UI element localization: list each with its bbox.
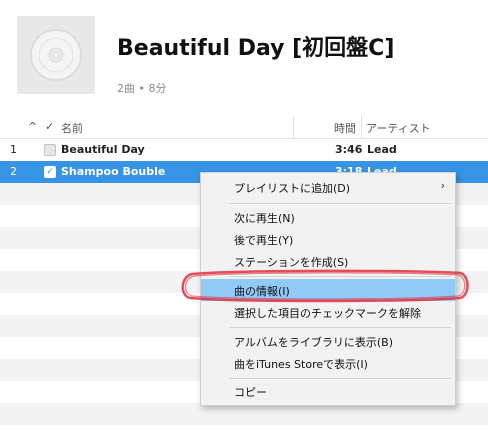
menu-item-show-album-in-library[interactable]: アルバムをライブラリに表示(B)	[201, 330, 455, 352]
menu-item-copy[interactable]: コピー	[201, 380, 455, 402]
menu-separator	[229, 276, 451, 277]
menu-item-show-in-itunes-store[interactable]: 曲をiTunes Storeで表示(I)	[201, 352, 455, 374]
chevron-right-icon: ›	[440, 179, 445, 192]
column-divider[interactable]	[361, 116, 362, 138]
track-checkbox-checked[interactable]: ✓	[44, 166, 56, 178]
menu-separator	[229, 327, 451, 328]
track-name: Beautiful Day	[61, 143, 145, 156]
context-menu: プレイリストに追加(D) › 次に再生(N) 後で再生(Y) ステーションを作成…	[200, 172, 456, 406]
menu-separator	[229, 203, 451, 204]
menu-item-create-station[interactable]: ステーションを作成(S)	[201, 250, 455, 272]
column-header-time[interactable]: 時間	[334, 120, 356, 136]
album-title: Beautiful Day [初回盤C]	[117, 36, 395, 61]
column-divider[interactable]	[293, 116, 294, 138]
album-summary: 2曲 • 8分	[117, 82, 167, 95]
track-time: 3:46	[335, 143, 363, 156]
menu-item-uncheck-selection[interactable]: 選択した項目のチェックマークを解除	[201, 301, 455, 323]
menu-separator	[229, 378, 451, 379]
column-header-check[interactable]: ✓	[45, 120, 54, 133]
track-artist: Lead	[367, 143, 397, 156]
album-artwork	[17, 16, 95, 94]
sort-indicator-icon[interactable]: ^	[28, 120, 37, 133]
column-header-name[interactable]: 名前	[61, 120, 83, 136]
menu-item-song-info[interactable]: 曲の情報(I)	[201, 279, 455, 301]
track-number: 2	[10, 165, 17, 178]
track-row[interactable]: 1 Beautiful Day 3:46 Lead	[0, 139, 488, 161]
disc-icon	[30, 29, 82, 81]
menu-item-play-later[interactable]: 後で再生(Y)	[201, 228, 455, 250]
menu-item-add-to-playlist[interactable]: プレイリストに追加(D) ›	[201, 176, 455, 198]
track-list-header: ^ ✓ 名前 時間 アーティスト	[0, 116, 488, 139]
track-checkbox[interactable]	[44, 144, 56, 156]
menu-item-play-next[interactable]: 次に再生(N)	[201, 206, 455, 228]
track-number: 1	[10, 143, 17, 156]
track-name: Shampoo Bouble	[61, 165, 166, 178]
empty-row	[0, 403, 488, 425]
column-header-artist[interactable]: アーティスト	[366, 120, 431, 136]
